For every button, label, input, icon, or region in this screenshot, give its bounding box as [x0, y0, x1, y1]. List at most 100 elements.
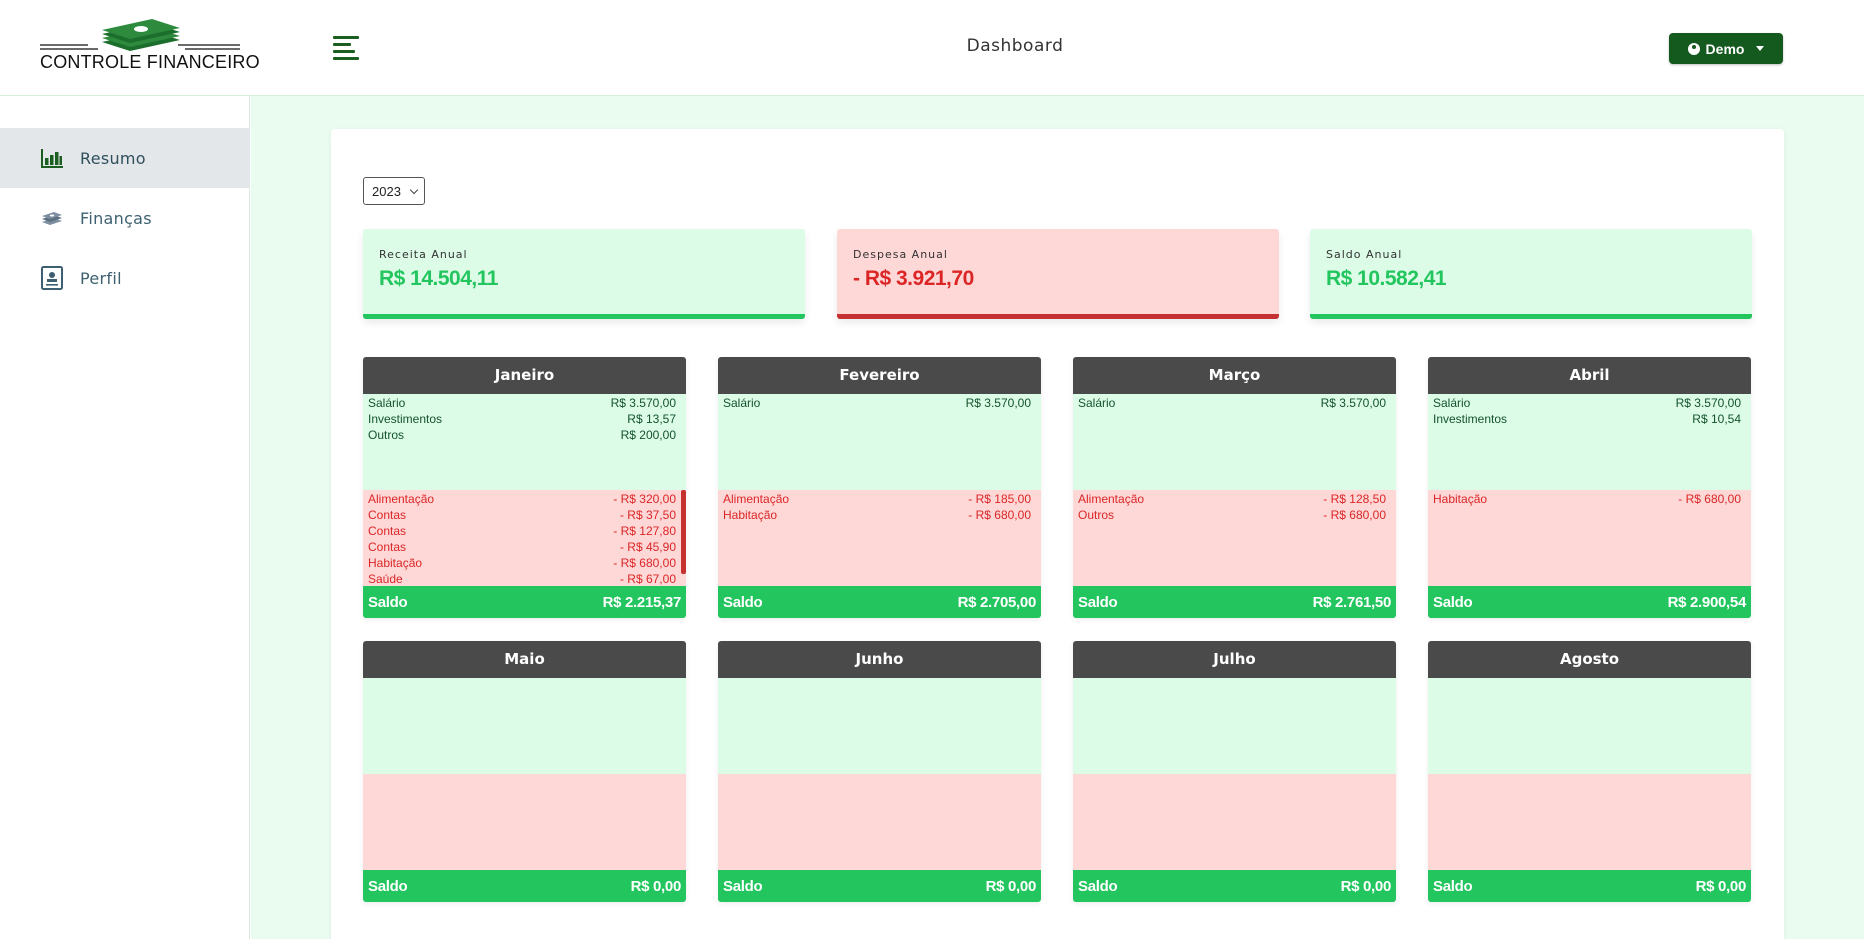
sidebar-item-perfil[interactable]: Perfil	[0, 248, 250, 308]
month-balance: Saldo R$ 0,00	[1428, 870, 1751, 902]
amount-value: R$ 13,57	[627, 412, 676, 426]
category-label: Salário	[1433, 396, 1471, 410]
expense-row: Contas - R$ 37,50	[368, 507, 676, 523]
card-accent-bar	[363, 314, 805, 319]
bar-chart-icon	[41, 149, 63, 168]
income-row: Salário R$ 3.570,00	[723, 395, 1031, 411]
expense-row: Alimentação - R$ 128,50	[1078, 491, 1386, 507]
sidebar-item-label: Finanças	[80, 208, 152, 228]
annual-income-label: Receita Anual	[379, 248, 468, 261]
income-list	[718, 678, 1041, 774]
expense-row: Alimentação - R$ 320,00	[368, 491, 676, 507]
income-row: Investimentos R$ 13,57	[368, 411, 676, 427]
income-list: Salário R$ 3.570,00	[1073, 394, 1396, 490]
balance-label: Saldo	[368, 593, 408, 611]
amount-value: R$ 10,54	[1692, 412, 1741, 426]
expense-list: Alimentação - R$ 320,00 Contas - R$ 37,50 Co…	[363, 490, 686, 586]
month-title: Julho	[1073, 641, 1396, 678]
income-list	[1428, 678, 1751, 774]
month-balance: Saldo R$ 0,00	[718, 870, 1041, 902]
expense-scrollbar[interactable]	[681, 490, 686, 574]
month-card: Junho Saldo R$ 0,00	[718, 641, 1041, 902]
month-card: Julho Saldo R$ 0,00	[1073, 641, 1396, 902]
month-title: Janeiro	[363, 357, 686, 394]
category-label: Investimentos	[368, 412, 443, 426]
month-title: Março	[1073, 357, 1396, 394]
category-label: Outros	[1078, 508, 1115, 522]
brand-name: CONTROLE FINANCEIRO	[40, 52, 260, 72]
category-label: Investimentos	[1433, 412, 1508, 426]
month-title: Fevereiro	[718, 357, 1041, 394]
expense-row: Habitação - R$ 680,00	[723, 507, 1031, 523]
annual-balance-value: R$ 10.582,41	[1326, 267, 1447, 290]
expense-list: Habitação - R$ 680,00	[1428, 490, 1751, 586]
profile-icon	[41, 266, 63, 290]
expense-row: Saúde - R$ 67,00	[368, 571, 676, 586]
category-label: Contas	[368, 540, 407, 554]
annual-expense-card: Despesa Anual - R$ 3.921,70	[837, 229, 1279, 319]
annual-income-card: Receita Anual R$ 14.504,11	[363, 229, 805, 319]
amount-value: R$ 3.570,00	[1675, 396, 1741, 410]
expense-row: Habitação - R$ 680,00	[1433, 491, 1741, 507]
balance-label: Saldo	[723, 877, 763, 895]
year-select[interactable]: 2023	[363, 177, 425, 205]
category-label: Salário	[723, 396, 761, 410]
month-balance: Saldo R$ 2.900,54	[1428, 586, 1751, 618]
annual-balance-label: Saldo Anual	[1326, 248, 1403, 261]
month-title: Maio	[363, 641, 686, 678]
category-label: Contas	[368, 524, 407, 538]
year-value: 2023	[372, 183, 401, 199]
chevron-down-icon	[409, 185, 419, 195]
month-balance: Saldo R$ 2.761,50	[1073, 586, 1396, 618]
expense-row: Contas - R$ 127,80	[368, 523, 676, 539]
sidebar-item-financas[interactable]: Finanças	[0, 188, 250, 248]
category-label: Salário	[368, 396, 406, 410]
dashboard-panel: 2023 Receita Anual R$ 14.504,11 Despesa …	[331, 129, 1784, 939]
income-row: Salário R$ 3.570,00	[1078, 395, 1386, 411]
user-circle-icon	[1687, 42, 1700, 55]
amount-value: - R$ 680,00	[968, 508, 1031, 522]
top-header: CONTROLE FINANCEIRO Dashboard Demo	[0, 0, 1864, 96]
expense-row: Outros - R$ 680,00	[1078, 507, 1386, 523]
amount-value: - R$ 680,00	[613, 556, 676, 570]
balance-label: Saldo	[368, 877, 408, 895]
income-list	[1073, 678, 1396, 774]
category-label: Habitação	[368, 556, 423, 570]
category-label: Outros	[368, 428, 405, 442]
category-label: Contas	[368, 508, 407, 522]
balance-label: Saldo	[1433, 593, 1473, 611]
annual-income-value: R$ 14.504,11	[379, 267, 498, 290]
expense-list	[363, 774, 686, 870]
balance-value: R$ 0,00	[985, 877, 1037, 895]
income-list: Salário R$ 3.570,00 Investimentos R$ 10,54	[1428, 394, 1751, 490]
balance-label: Saldo	[1078, 877, 1118, 895]
amount-value: - R$ 680,00	[1678, 492, 1741, 506]
expense-row: Contas - R$ 45,90	[368, 539, 676, 555]
balance-value: R$ 2.761,50	[1312, 593, 1392, 611]
month-card: Janeiro Salário R$ 3.570,00 Investimentos R$…	[363, 357, 686, 618]
balance-value: R$ 0,00	[1340, 877, 1392, 895]
amount-value: R$ 200,00	[620, 428, 676, 442]
brand-logo[interactable]: CONTROLE FINANCEIRO	[40, 14, 260, 76]
sidebar-item-resumo[interactable]: Resumo	[0, 128, 250, 188]
month-title: Agosto	[1428, 641, 1751, 678]
amount-value: - R$ 67,00	[619, 572, 676, 586]
expense-row: Alimentação - R$ 185,00	[723, 491, 1031, 507]
month-balance: Saldo R$ 2.705,00	[718, 586, 1041, 618]
money-icon	[42, 212, 62, 225]
amount-value: - R$ 185,00	[968, 492, 1031, 506]
annual-expense-label: Despesa Anual	[853, 248, 948, 261]
category-label: Alimentação	[1078, 492, 1145, 506]
month-balance: Saldo R$ 0,00	[363, 870, 686, 902]
income-list	[363, 678, 686, 774]
sidebar-item-label: Resumo	[80, 148, 146, 168]
user-menu-button[interactable]: Demo	[1669, 33, 1783, 64]
amount-value: R$ 3.570,00	[1320, 396, 1386, 410]
menu-toggle-icon[interactable]	[333, 36, 359, 60]
month-balance: Saldo R$ 0,00	[1073, 870, 1396, 902]
expense-list	[1073, 774, 1396, 870]
balance-value: R$ 2.215,37	[602, 593, 682, 611]
amount-value: - R$ 45,90	[619, 540, 676, 554]
category-label: Saúde	[368, 572, 403, 586]
category-label: Salário	[1078, 396, 1116, 410]
